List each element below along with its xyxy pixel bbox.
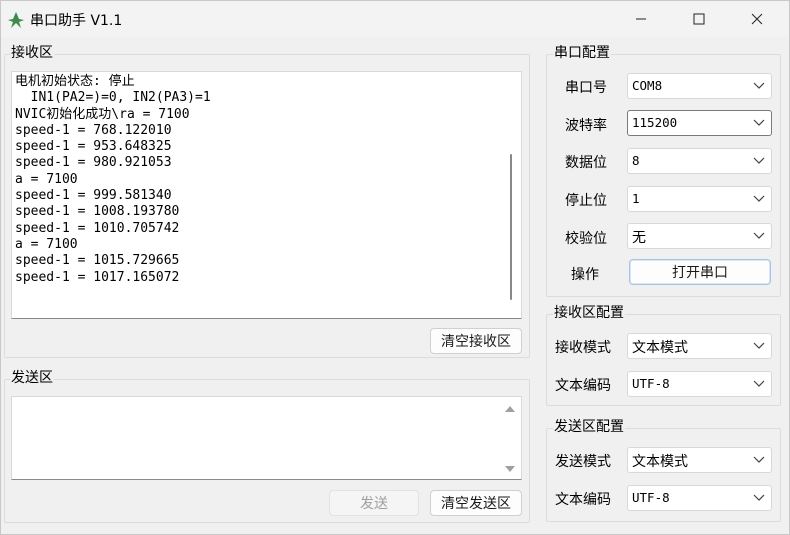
send-group-title: 发送区 bbox=[10, 369, 54, 387]
chevron-down-icon bbox=[753, 380, 765, 387]
databits-value: 8 bbox=[632, 153, 640, 168]
send-mode-select[interactable]: 文本模式 bbox=[627, 447, 772, 473]
stopbits-label: 停止位 bbox=[565, 193, 607, 209]
receive-encoding-select[interactable]: UTF-8 bbox=[627, 371, 772, 397]
chevron-down-icon bbox=[753, 232, 765, 239]
maximize-icon bbox=[693, 13, 705, 25]
app-logo-icon bbox=[7, 11, 25, 29]
minimize-button[interactable] bbox=[613, 1, 669, 37]
receive-encoding-value: UTF-8 bbox=[632, 376, 670, 391]
receive-config-title: 接收区配置 bbox=[553, 304, 625, 322]
title-bar[interactable]: 串口助手 V1.1 bbox=[1, 1, 789, 37]
receive-log-line: speed-1 = 1008.193780 bbox=[15, 204, 180, 220]
open-port-button[interactable]: 打开串口 bbox=[629, 259, 771, 285]
port-select[interactable]: COM8 bbox=[627, 73, 772, 99]
chevron-down-icon bbox=[753, 82, 765, 89]
close-icon bbox=[751, 13, 763, 25]
receive-scrollbar-thumb[interactable] bbox=[510, 154, 512, 300]
receive-textarea[interactable]: 电机初始状态: 停止 IN1(PA2=)=0, IN2(PA3)=1 NVIC初始… bbox=[11, 71, 522, 319]
port-label: 串口号 bbox=[565, 80, 607, 96]
receive-text: 电机初始状态: 停止 IN1(PA2=)=0, IN2(PA3)=1 NVIC初始… bbox=[15, 74, 211, 286]
scroll-down-icon[interactable] bbox=[504, 465, 516, 473]
send-mode-value: 文本模式 bbox=[632, 454, 688, 470]
chevron-down-icon bbox=[753, 494, 765, 501]
receive-log-line: speed-1 = 980.921053 bbox=[15, 155, 172, 171]
scroll-up-icon[interactable] bbox=[504, 405, 516, 413]
send-mode-label: 发送模式 bbox=[555, 454, 611, 470]
receive-log-line: speed-1 = 768.122010 bbox=[15, 122, 172, 138]
receive-log-line: speed-1 = 1010.705742 bbox=[15, 220, 180, 236]
parity-select[interactable]: 无 bbox=[627, 223, 772, 249]
maximize-button[interactable] bbox=[671, 1, 727, 37]
receive-log-line: speed-1 = 953.648325 bbox=[15, 139, 172, 155]
baud-label: 波特率 bbox=[565, 118, 607, 134]
send-encoding-value: UTF-8 bbox=[632, 490, 670, 505]
clear-send-button[interactable]: 清空发送区 bbox=[430, 490, 522, 516]
app-window: 串口助手 V1.1 接收区 电机初始状态: 停止 IN1(PA2=)=0, IN… bbox=[0, 0, 790, 535]
receive-log-line: IN1(PA2=)=0, IN2(PA3)=1 bbox=[15, 90, 211, 106]
chevron-down-icon bbox=[753, 456, 765, 463]
parity-value: 无 bbox=[632, 230, 646, 246]
receive-encoding-label: 文本编码 bbox=[555, 378, 611, 394]
serial-config-title: 串口配置 bbox=[553, 44, 611, 62]
receive-log-line: a = 7100 bbox=[15, 171, 78, 187]
chevron-down-icon bbox=[753, 342, 765, 349]
receive-log-line: speed-1 = 1017.165072 bbox=[15, 269, 180, 285]
minimize-icon bbox=[636, 18, 646, 20]
send-button[interactable]: 发送 bbox=[329, 490, 419, 516]
baud-value: 115200 bbox=[632, 115, 678, 130]
receive-mode-value: 文本模式 bbox=[632, 340, 688, 356]
chevron-down-icon bbox=[753, 157, 765, 164]
port-value: COM8 bbox=[632, 78, 663, 93]
receive-group-title: 接收区 bbox=[10, 44, 54, 62]
action-label: 操作 bbox=[571, 267, 599, 283]
receive-log-line: a = 7100 bbox=[15, 236, 78, 252]
receive-log-line: speed-1 = 999.581340 bbox=[15, 188, 172, 204]
close-button[interactable] bbox=[729, 1, 785, 37]
receive-mode-select[interactable]: 文本模式 bbox=[627, 333, 772, 359]
receive-log-line: 电机初始状态: 停止 bbox=[15, 74, 135, 89]
baud-select[interactable]: 115200 bbox=[627, 110, 772, 136]
receive-log-line: NVIC初始化成功\ra = 7100 bbox=[15, 106, 190, 122]
clear-receive-button[interactable]: 清空接收区 bbox=[430, 328, 522, 354]
stopbits-select[interactable]: 1 bbox=[627, 186, 772, 212]
parity-label: 校验位 bbox=[565, 231, 607, 247]
chevron-down-icon bbox=[753, 119, 765, 126]
send-encoding-label: 文本编码 bbox=[555, 492, 611, 508]
send-config-title: 发送区配置 bbox=[553, 418, 625, 436]
receive-log-line: speed-1 = 1015.729665 bbox=[15, 253, 180, 269]
chevron-down-icon bbox=[753, 195, 765, 202]
databits-select[interactable]: 8 bbox=[627, 148, 772, 174]
send-textarea[interactable] bbox=[11, 396, 522, 480]
send-encoding-select[interactable]: UTF-8 bbox=[627, 485, 772, 511]
stopbits-value: 1 bbox=[632, 191, 640, 206]
receive-mode-label: 接收模式 bbox=[555, 340, 611, 356]
databits-label: 数据位 bbox=[565, 155, 607, 171]
window-title: 串口助手 V1.1 bbox=[30, 13, 123, 29]
